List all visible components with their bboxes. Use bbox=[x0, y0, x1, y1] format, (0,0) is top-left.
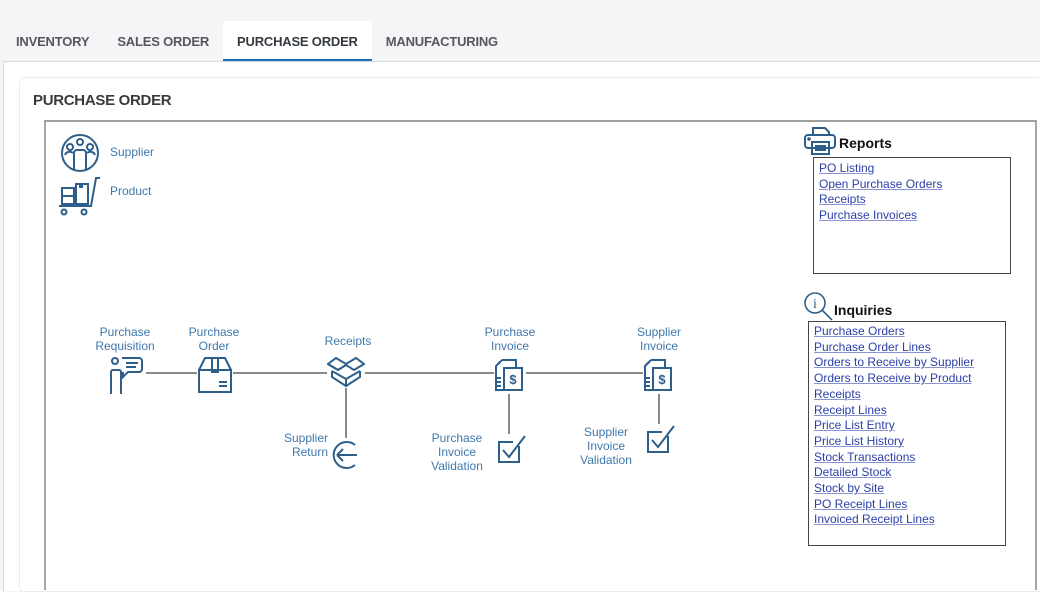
receipts-return-connector bbox=[345, 380, 347, 438]
receipts-open-box-icon[interactable] bbox=[327, 356, 365, 388]
inquiry-link[interactable]: Price List Entry bbox=[814, 418, 1000, 434]
tab-inventory[interactable]: INVENTORY bbox=[0, 21, 103, 61]
receipts-label[interactable]: Receipts bbox=[308, 334, 388, 348]
inquiry-link[interactable]: Receipt Lines bbox=[814, 403, 1000, 419]
inquiry-link[interactable]: Invoiced Receipt Lines bbox=[814, 512, 1000, 528]
purchase-invoice-validation-label[interactable]: Purchase Invoice Validation bbox=[418, 431, 496, 473]
supplier-invoice-validation-label[interactable]: Supplier Invoice Validation bbox=[567, 425, 645, 467]
report-link[interactable]: Purchase Invoices bbox=[819, 208, 1005, 224]
svg-text:i: i bbox=[813, 297, 817, 312]
product-link[interactable]: Product bbox=[110, 184, 151, 198]
reports-list: PO Listing Open Purchase Orders Receipts… bbox=[813, 157, 1011, 274]
inquiry-link[interactable]: Price List History bbox=[814, 434, 1000, 450]
inquiry-link[interactable]: Orders to Receive by Supplier bbox=[814, 355, 1000, 371]
purchase-order-label[interactable]: Purchase Order bbox=[174, 325, 254, 353]
supplier-link[interactable]: Supplier bbox=[110, 145, 154, 159]
svg-text:$: $ bbox=[658, 372, 666, 387]
pinvoice-validation-connector bbox=[508, 390, 510, 438]
inquiry-link[interactable]: PO Receipt Lines bbox=[814, 497, 1000, 513]
tab-purchase-order[interactable]: PURCHASE ORDER bbox=[223, 21, 372, 61]
supplier-group-icon[interactable] bbox=[60, 133, 102, 173]
tab-manufacturing[interactable]: MANUFACTURING bbox=[372, 21, 512, 61]
supplier-return-label[interactable]: Supplier Return bbox=[258, 431, 328, 459]
report-link[interactable]: PO Listing bbox=[819, 161, 1005, 177]
inquiry-link[interactable]: Stock Transactions bbox=[814, 450, 1000, 466]
product-cart-icon[interactable] bbox=[58, 176, 102, 216]
report-link[interactable]: Open Purchase Orders bbox=[819, 177, 1005, 193]
purchase-invoice-validation-icon[interactable] bbox=[497, 434, 527, 466]
inquiries-list: Purchase Orders Purchase Order Lines Ord… bbox=[808, 321, 1006, 546]
inquiry-link[interactable]: Orders to Receive by Product bbox=[814, 371, 1000, 387]
purchase-order-box-icon[interactable] bbox=[197, 356, 233, 394]
supplier-return-icon[interactable] bbox=[329, 438, 363, 472]
card-title: PURCHASE ORDER bbox=[33, 92, 172, 109]
purchase-requisition-icon[interactable] bbox=[106, 356, 146, 396]
inquiry-link[interactable]: Stock by Site bbox=[814, 481, 1000, 497]
reports-heading: Reports bbox=[839, 135, 892, 151]
sinvoice-validation-connector bbox=[658, 390, 660, 428]
inquiries-heading: Inquiries bbox=[834, 302, 893, 318]
inquiry-link[interactable]: Purchase Order Lines bbox=[814, 340, 1000, 356]
supplier-invoice-validation-icon[interactable] bbox=[646, 424, 676, 456]
inquiry-link[interactable]: Purchase Orders bbox=[814, 324, 1000, 340]
info-magnifier-icon: i bbox=[804, 292, 833, 321]
report-link[interactable]: Receipts bbox=[819, 192, 1005, 208]
supplier-invoice-icon[interactable]: $ bbox=[643, 358, 675, 394]
module-tabs: INVENTORY SALES ORDER PURCHASE ORDER MAN… bbox=[0, 21, 512, 61]
inquiry-link[interactable]: Receipts bbox=[814, 387, 1000, 403]
purchase-invoice-icon[interactable]: $ bbox=[494, 358, 526, 394]
tab-sales-order[interactable]: SALES ORDER bbox=[103, 21, 223, 61]
purchase-requisition-label[interactable]: Purchase Requisition bbox=[85, 325, 165, 353]
supplier-invoice-label[interactable]: Supplier Invoice bbox=[619, 325, 699, 353]
purchase-invoice-label[interactable]: Purchase Invoice bbox=[470, 325, 550, 353]
svg-text:$: $ bbox=[509, 372, 517, 387]
inquiry-link[interactable]: Detailed Stock bbox=[814, 465, 1000, 481]
printer-icon bbox=[804, 127, 836, 155]
